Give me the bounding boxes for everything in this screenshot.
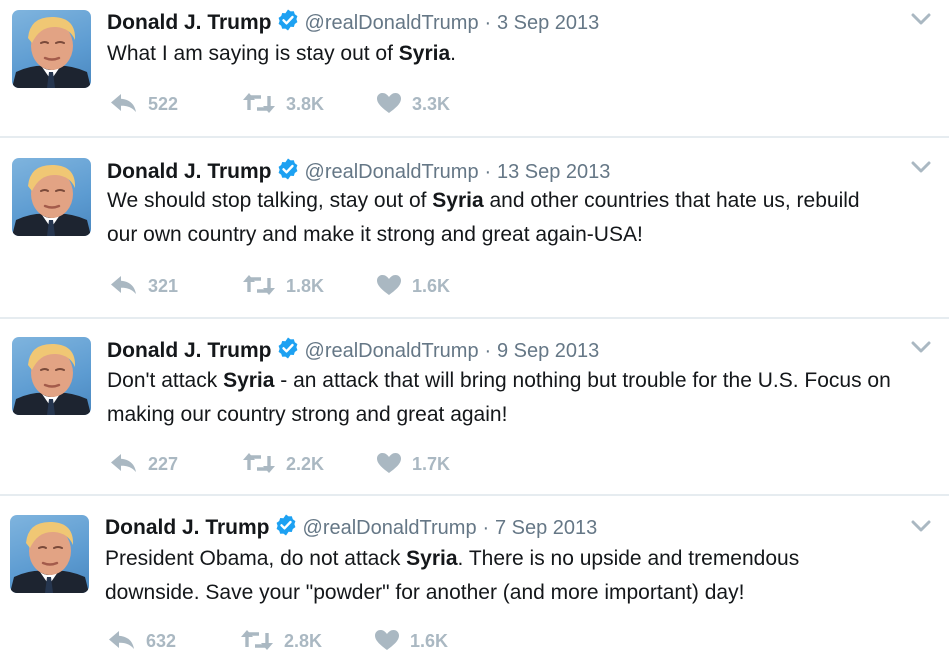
verified-badge-icon (276, 336, 300, 367)
retweet-button[interactable]: 1.8K (242, 274, 324, 298)
chevron-down-icon[interactable] (911, 12, 931, 26)
highlighted-keyword: Syria (432, 189, 484, 212)
reply-count: 522 (148, 94, 179, 114)
avatar[interactable] (12, 337, 91, 415)
reply-icon (110, 276, 138, 296)
divider (0, 136, 949, 138)
retweet-button[interactable]: 2.2K (242, 452, 324, 476)
author-name[interactable]: Donald J. Trump (107, 339, 272, 362)
reply-count: 632 (146, 631, 177, 651)
avatar[interactable] (10, 515, 89, 593)
tweet-text-segment: . (450, 42, 457, 65)
tweet-text: What I am saying is stay out of Syria. (107, 37, 907, 71)
reply-icon (108, 631, 136, 651)
author-name[interactable]: Donald J. Trump (105, 516, 270, 539)
retweet-count: 2.2K (286, 454, 325, 474)
tweet[interactable]: Donald J. Trump @realDonaldTrump · 9 Sep … (0, 320, 949, 493)
reply-count: 321 (148, 276, 179, 296)
tweet[interactable]: Donald J. Trump @realDonaldTrump · 7 Sep … (0, 497, 949, 664)
author-name[interactable]: Donald J. Trump (107, 160, 272, 183)
highlighted-keyword: Syria (223, 369, 275, 392)
like-count: 3.3K (412, 94, 451, 114)
tweet-text-segment: Don't attack (107, 369, 224, 392)
separator: · (484, 161, 492, 183)
chevron-down-icon[interactable] (911, 160, 931, 174)
verified-badge-icon (274, 513, 298, 544)
tweet-header: Donald J. Trump @realDonaldTrump · 7 Sep … (105, 513, 597, 544)
retweet-button[interactable]: 2.8K (240, 629, 322, 653)
like-button[interactable]: 1.6K (374, 629, 448, 653)
tweet[interactable]: Donald J. Trump @realDonaldTrump · 13 Sep… (0, 140, 949, 316)
tweet-date[interactable]: 7 Sep 2013 (495, 517, 597, 539)
retweet-count: 1.8K (286, 276, 325, 296)
verified-badge-icon (276, 8, 300, 39)
tweet-date[interactable]: 3 Sep 2013 (497, 12, 599, 34)
tweet-header: Donald J. Trump @realDonaldTrump · 3 Sep … (107, 8, 599, 39)
reply-button[interactable]: 632 (108, 629, 176, 653)
like-count: 1.7K (412, 454, 451, 474)
retweet-button[interactable]: 3.8K (242, 92, 324, 116)
tweet-header: Donald J. Trump @realDonaldTrump · 9 Sep … (107, 336, 599, 367)
like-count: 1.6K (412, 276, 451, 296)
reply-button[interactable]: 321 (110, 274, 178, 298)
chevron-down-icon[interactable] (911, 519, 931, 533)
reply-icon (110, 454, 138, 474)
highlighted-keyword: Syria (398, 42, 451, 65)
author-handle[interactable]: @realDonaldTrump (305, 12, 479, 34)
tweet-date[interactable]: 9 Sep 2013 (497, 340, 599, 362)
tweet-text-segment: What I am saying is stay out of (107, 42, 399, 65)
retweet-icon (240, 630, 274, 651)
tweet-feed: Donald J. Trump @realDonaldTrump · 3 Sep … (0, 0, 949, 664)
tweet-text-segment: We should stop talking, stay out of (107, 189, 433, 212)
tweet-text-segment: President Obama, do not attack (105, 547, 407, 570)
tweet-text: We should stop talking, stay out of Syri… (107, 184, 877, 252)
like-button[interactable]: 1.6K (376, 274, 450, 298)
heart-icon (376, 453, 402, 474)
author-handle[interactable]: @realDonaldTrump (305, 161, 479, 183)
heart-icon (376, 93, 402, 114)
chevron-down-icon[interactable] (911, 340, 931, 354)
retweet-icon (242, 453, 276, 474)
like-button[interactable]: 3.3K (376, 92, 450, 116)
like-button[interactable]: 1.7K (376, 452, 450, 476)
separator: · (484, 340, 492, 362)
retweet-count: 2.8K (284, 631, 323, 651)
tweet-text: Don't attack Syria - an attack that will… (107, 364, 892, 432)
heart-icon (374, 630, 400, 651)
retweet-count: 3.8K (286, 94, 325, 114)
heart-icon (376, 275, 402, 296)
highlighted-keyword: Syria (406, 547, 458, 570)
tweet-text: President Obama, do not attack Syria. Th… (105, 542, 880, 610)
reply-count: 227 (148, 454, 179, 474)
separator: · (484, 12, 492, 34)
author-handle[interactable]: @realDonaldTrump (305, 340, 479, 362)
tweet-date[interactable]: 13 Sep 2013 (497, 161, 610, 183)
tweet[interactable]: Donald J. Trump @realDonaldTrump · 3 Sep … (0, 0, 949, 134)
divider (0, 494, 949, 496)
avatar[interactable] (12, 158, 91, 236)
author-name[interactable]: Donald J. Trump (107, 11, 272, 34)
retweet-icon (242, 93, 276, 114)
author-handle[interactable]: @realDonaldTrump (303, 517, 477, 539)
reply-button[interactable]: 227 (110, 452, 178, 476)
separator: · (482, 517, 490, 539)
reply-button[interactable]: 522 (110, 92, 178, 116)
avatar[interactable] (12, 10, 91, 88)
retweet-icon (242, 275, 276, 296)
reply-icon (110, 94, 138, 114)
divider (0, 317, 949, 319)
like-count: 1.6K (410, 631, 449, 651)
